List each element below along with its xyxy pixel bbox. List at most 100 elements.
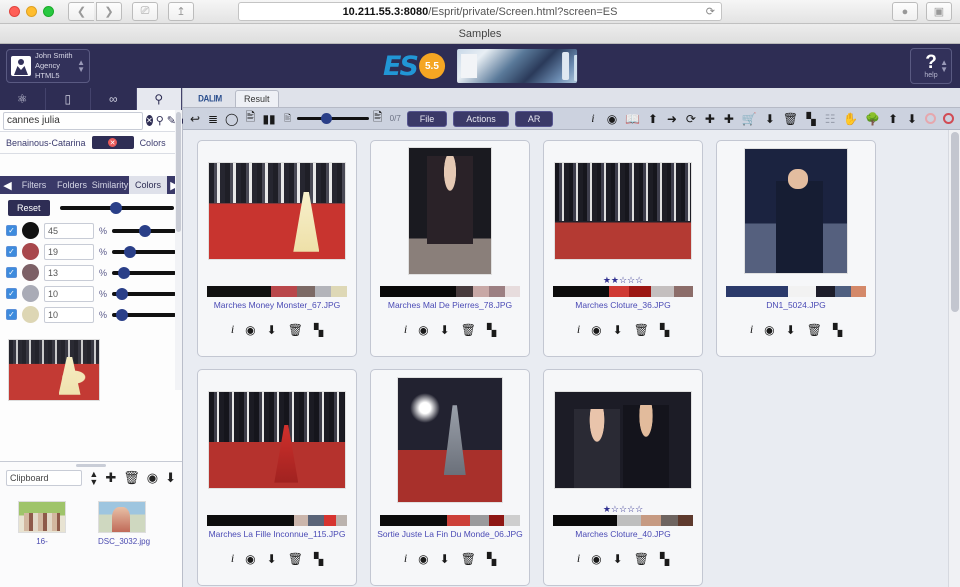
- address-bar[interactable]: 10.211.55.3:8080/Esprit/private/Screen.h…: [238, 2, 722, 21]
- asset-card[interactable]: ★☆☆☆☆ Marches Mal De Pierres_78.JPG i ◉ …: [370, 140, 530, 357]
- eye-icon[interactable]: ◉: [245, 323, 255, 337]
- rating-stars[interactable]: ★☆☆☆☆: [603, 504, 643, 515]
- color-slider-knob[interactable]: [118, 266, 131, 279]
- sidebar-tab-search[interactable]: ⚲: [136, 88, 182, 110]
- color-checkbox[interactable]: ✓: [6, 225, 17, 236]
- trash-icon[interactable]: 🗑: [634, 323, 649, 337]
- eye-icon[interactable]: ◉: [606, 112, 618, 126]
- download-icon[interactable]: ●: [892, 2, 918, 21]
- sidebar-tab-glasses[interactable]: ∞: [91, 88, 137, 110]
- info-icon[interactable]: i: [577, 322, 580, 337]
- back-arrow-icon[interactable]: ↩: [189, 112, 201, 126]
- color-slider[interactable]: [112, 308, 176, 321]
- info-icon[interactable]: i: [231, 322, 234, 337]
- asset-card[interactable]: ★☆☆☆☆ Sortie Juste La Fin Du Monde_06.JP…: [370, 369, 530, 586]
- download-icon[interactable]: ⬇: [613, 552, 623, 566]
- share-button[interactable]: ↥: [168, 2, 194, 21]
- download-icon[interactable]: ⬇: [764, 112, 776, 126]
- filter-delete-button[interactable]: ✕: [91, 136, 134, 149]
- sidebar-tabbar[interactable]: ⚛ ▯ ∞ ⚲: [0, 88, 182, 110]
- show-tabs-icon[interactable]: ▣: [926, 2, 952, 21]
- color-slider-knob[interactable]: [116, 308, 129, 321]
- eye-icon[interactable]: ◉: [591, 552, 601, 566]
- asset-thumbnail[interactable]: [553, 376, 693, 504]
- asset-thumbnail[interactable]: [207, 147, 347, 275]
- upload-icon[interactable]: ⬆: [647, 112, 659, 126]
- circle-icon[interactable]: ◯: [225, 112, 238, 126]
- download-icon[interactable]: ⬇: [267, 323, 277, 337]
- color-slider[interactable]: [112, 224, 176, 237]
- info-icon[interactable]: i: [231, 551, 234, 566]
- chevron-updown-icon[interactable]: ▲ ▼: [77, 59, 85, 74]
- color-checkbox[interactable]: ✓: [6, 267, 17, 278]
- trash-icon[interactable]: 🗑: [288, 323, 303, 337]
- share-arrow-icon[interactable]: ➜: [666, 112, 678, 126]
- asset-thumbnail[interactable]: [207, 376, 347, 504]
- bars-icon[interactable]: ▚: [487, 552, 496, 566]
- asset-card[interactable]: ★★☆☆☆ Marches Cloture_36.JPG i ◉ ⬇ 🗑 ▚: [543, 140, 703, 357]
- trash-icon[interactable]: 🗑: [123, 470, 140, 486]
- color-slider-knob[interactable]: [138, 224, 151, 237]
- asset-card[interactable]: ★☆☆☆☆ DN1_5024.JPG i ◉ ⬇ 🗑 ▚: [716, 140, 876, 357]
- color-percent-input[interactable]: [44, 264, 94, 281]
- info-icon[interactable]: i: [404, 551, 407, 566]
- list-item[interactable]: 16-: [18, 501, 66, 546]
- asset-thumbnail[interactable]: [380, 376, 520, 504]
- bars-icon[interactable]: ▚: [660, 552, 669, 566]
- bars-icon[interactable]: ▚: [660, 323, 669, 337]
- sidebar-tab-share[interactable]: ⚛: [0, 88, 46, 110]
- page-icon[interactable]: 🖹: [244, 108, 256, 129]
- info-icon[interactable]: i: [404, 322, 407, 337]
- trash-icon[interactable]: 🗑: [783, 112, 798, 126]
- download-icon[interactable]: ⬇: [440, 323, 450, 337]
- download-icon[interactable]: ⬇: [613, 323, 623, 337]
- eye-icon[interactable]: ◉: [147, 470, 158, 486]
- tab-colors[interactable]: Colors: [129, 176, 167, 194]
- thumbnail-size-slider[interactable]: 🖹 🖹: [282, 108, 384, 129]
- info-icon[interactable]: i: [587, 111, 599, 126]
- book-icon[interactable]: 📖: [625, 112, 640, 126]
- user-account-box[interactable]: John Smith Agency HTML5 ▲ ▼: [6, 49, 90, 83]
- trash-icon[interactable]: 🗑: [461, 323, 476, 337]
- trash-icon[interactable]: 🗑: [461, 552, 476, 566]
- download-icon[interactable]: ⬇: [786, 323, 796, 337]
- eye-icon[interactable]: ◉: [418, 552, 428, 566]
- color-percent-input[interactable]: [44, 222, 94, 239]
- sidebar-scrollbar[interactable]: [175, 110, 182, 390]
- list-item[interactable]: DSC_3032.jpg: [98, 501, 150, 546]
- color-percent-input[interactable]: [44, 243, 94, 260]
- search-input[interactable]: [3, 111, 143, 130]
- asset-card[interactable]: ★☆☆☆☆ Marches Money Monster_67.JPG i ◉ ⬇…: [197, 140, 357, 357]
- sidebar-scroll-thumb[interactable]: [176, 112, 181, 232]
- sidebar-tab-folder[interactable]: ▯: [46, 88, 91, 110]
- maximize-window-button[interactable]: [43, 6, 54, 17]
- bars-icon[interactable]: ▚: [805, 112, 817, 126]
- color-slider[interactable]: [112, 287, 176, 300]
- forward-button[interactable]: ❯: [96, 2, 122, 21]
- search-icon[interactable]: ⚲: [156, 113, 164, 129]
- asset-card[interactable]: ★☆☆☆☆ Marches Cloture_40.JPG i ◉ ⬇ 🗑 ▚: [543, 369, 703, 586]
- clear-search-icon[interactable]: ✕: [146, 115, 153, 126]
- eye-icon[interactable]: ◉: [591, 323, 601, 337]
- download-icon[interactable]: ⬇: [267, 552, 277, 566]
- global-tolerance-slider[interactable]: [59, 202, 174, 214]
- back-button[interactable]: ❮: [68, 2, 94, 21]
- tab-filters[interactable]: Filters: [15, 176, 53, 194]
- browser-tab-strip[interactable]: Samples: [0, 24, 960, 44]
- grid-icon[interactable]: ☷: [824, 112, 836, 126]
- color-slider[interactable]: [112, 245, 176, 258]
- trash-icon[interactable]: 🗑: [634, 552, 649, 566]
- bars-icon[interactable]: ▚: [314, 552, 323, 566]
- asset-thumbnail[interactable]: [726, 147, 866, 275]
- trash-icon[interactable]: 🗑: [807, 323, 822, 337]
- tree-icon[interactable]: 🌳: [865, 112, 880, 126]
- plus-icon[interactable]: ✚: [704, 112, 716, 126]
- tab-similarity[interactable]: Similarity: [91, 176, 129, 194]
- ring-icon[interactable]: [925, 113, 936, 124]
- reset-button[interactable]: Reset: [8, 200, 50, 216]
- color-slider-knob[interactable]: [124, 245, 137, 258]
- eye-icon[interactable]: ◉: [245, 552, 255, 566]
- asset-thumbnail[interactable]: [553, 147, 693, 275]
- refresh-icon[interactable]: ⟳: [685, 112, 697, 126]
- tab-result[interactable]: Result: [235, 90, 279, 107]
